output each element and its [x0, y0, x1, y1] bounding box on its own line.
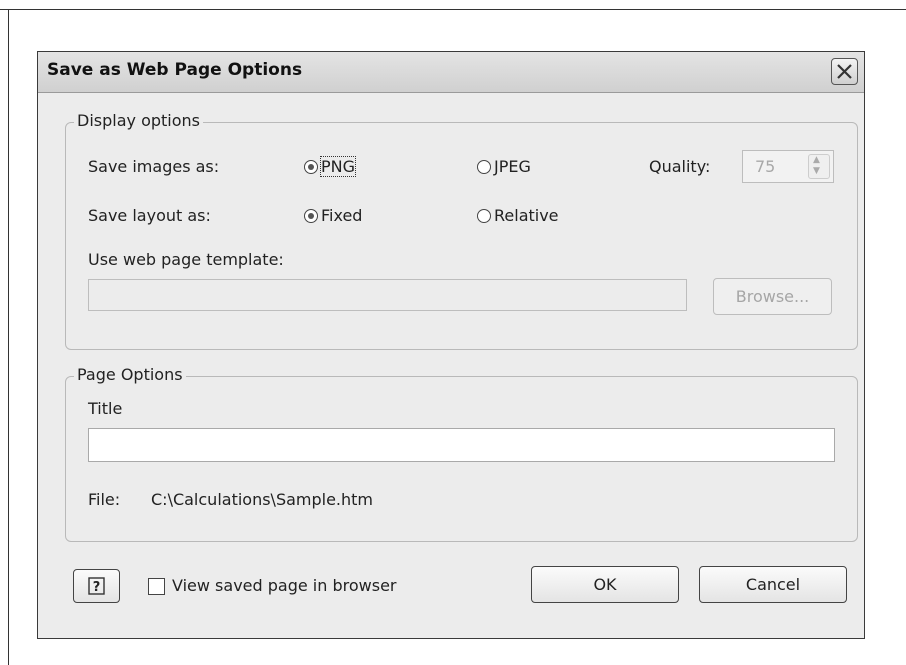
display-options-legend: Display options [74, 111, 203, 130]
page-frame-left [8, 9, 9, 665]
svg-text:?: ? [93, 580, 101, 595]
save-layout-label: Save layout as: [88, 206, 211, 225]
quality-label: Quality: [649, 157, 711, 176]
view-in-browser-label[interactable]: View saved page in browser [172, 576, 396, 595]
cancel-label: Cancel [745, 575, 801, 594]
relative-radio-label: Relative [494, 206, 559, 225]
template-input[interactable] [88, 279, 687, 311]
jpeg-radio[interactable]: JPEG [477, 157, 531, 176]
browse-button[interactable]: Browse... [713, 278, 832, 315]
template-label: Use web page template: [88, 250, 284, 269]
save-as-web-page-dialog: Save as Web Page Options Display options… [37, 51, 865, 639]
jpeg-radio-dot[interactable] [477, 159, 491, 174]
file-label: File: [88, 490, 121, 509]
dialog-titlebar: Save as Web Page Options [38, 52, 864, 93]
close-icon [837, 64, 852, 79]
relative-radio-dot[interactable] [477, 208, 491, 223]
fixed-radio[interactable]: Fixed [304, 206, 362, 225]
cancel-button[interactable]: Cancel [699, 566, 847, 603]
quality-spinner[interactable]: 75 ▲ ▼ [742, 150, 834, 183]
page-frame-top [0, 9, 906, 10]
browse-label: Browse... [735, 287, 810, 306]
save-images-label: Save images as: [88, 157, 220, 176]
dialog-title: Save as Web Page Options [47, 60, 303, 80]
relative-radio[interactable]: Relative [477, 206, 559, 225]
quality-spinner-arrows[interactable]: ▲ ▼ [808, 154, 830, 179]
title-label: Title [88, 399, 123, 418]
page-options-legend: Page Options [74, 365, 186, 384]
png-radio[interactable]: PNG [304, 156, 357, 177]
ok-button[interactable]: OK [531, 566, 679, 603]
spinner-down-icon[interactable]: ▼ [813, 166, 820, 176]
spinner-up-icon[interactable]: ▲ [813, 155, 820, 165]
help-icon: ? [88, 577, 105, 595]
help-button[interactable]: ? [73, 569, 120, 603]
png-radio-label: PNG [319, 156, 357, 177]
fixed-radio-dot[interactable] [304, 208, 318, 223]
view-in-browser-checkbox[interactable] [148, 578, 165, 595]
close-button[interactable] [831, 58, 858, 85]
ok-label: OK [593, 575, 617, 594]
fixed-radio-label: Fixed [321, 206, 363, 225]
title-input[interactable] [88, 428, 835, 462]
jpeg-radio-label: JPEG [494, 157, 531, 176]
png-radio-dot[interactable] [304, 159, 318, 174]
file-path: C:\Calculations\Sample.htm [151, 490, 374, 509]
quality-value: 75 [755, 157, 776, 176]
